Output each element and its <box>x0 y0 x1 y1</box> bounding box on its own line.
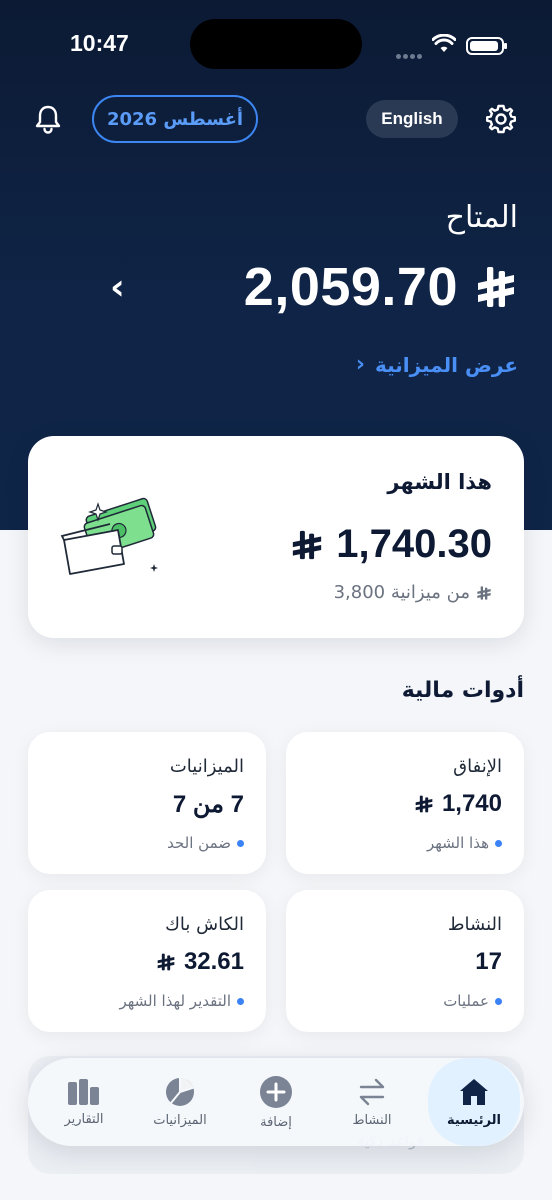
tab-label: الميزانيات <box>153 1112 207 1128</box>
language-toggle[interactable]: English <box>366 100 458 138</box>
this-month-budget-text: من ميزانية 3,800 <box>333 582 470 603</box>
status-dot <box>237 997 244 1005</box>
chevron-left-icon[interactable]: ‹ <box>110 267 150 308</box>
tile-value-text: 32.61 <box>183 948 244 975</box>
wallet-money-icon <box>60 497 158 575</box>
dynamic-island <box>190 19 362 69</box>
this-month-amount: 1,740.30 <box>336 522 492 566</box>
tile-spending[interactable]: الإنفاق 1,740 هذا الشهر <box>286 732 524 874</box>
add-circle-icon <box>260 1075 292 1108</box>
tab-add[interactable]: إضافة <box>230 1058 322 1146</box>
available-label: المتاح <box>445 200 518 235</box>
tile-activity[interactable]: النشاط 17 عمليات <box>286 890 524 1032</box>
tab-bar: الرئيسية النشاط إضافة الميزانيات التقاري… <box>28 1058 524 1146</box>
status-dot <box>495 997 502 1005</box>
tile-subtitle: ضمن الحد <box>167 834 244 852</box>
riyal-icon <box>477 585 491 600</box>
tile-value-text: 1,740 <box>441 790 502 817</box>
tile-title: الكاش باك <box>165 914 244 935</box>
riyal-icon <box>293 530 322 559</box>
month-selector[interactable]: أغسطس 2026 <box>92 95 258 143</box>
tab-activity[interactable]: النشاط <box>326 1058 418 1146</box>
tab-label: الرئيسية <box>446 1112 502 1128</box>
gear-icon[interactable] <box>485 103 517 135</box>
tile-budgets[interactable]: الميزانيات 7 من 7 ضمن الحد <box>28 732 266 874</box>
tab-reports[interactable]: التقارير <box>38 1058 130 1146</box>
signal-icon <box>396 44 424 63</box>
tab-label: إضافة <box>260 1114 292 1130</box>
status-dot <box>237 839 244 847</box>
this-month-amount-row: 1,740.30 <box>290 522 492 567</box>
home-icon <box>460 1078 488 1105</box>
this-month-title: هذا الشهر <box>387 470 492 494</box>
pie-chart-icon <box>166 1077 194 1106</box>
bar-chart-icon <box>68 1078 99 1105</box>
tile-cashback[interactable]: الكاش باك 32.61 التقدير لهذا الشهر <box>28 890 266 1032</box>
riyal-icon <box>478 267 514 307</box>
view-budget-link[interactable]: عرض الميزانية ‹ <box>356 352 518 377</box>
status-dot <box>495 839 502 847</box>
tile-value: 1,740 <box>414 790 502 818</box>
tile-title: الميزانيات <box>169 756 244 777</box>
tile-subtitle: هذا الشهر <box>427 834 502 852</box>
view-budget-label: عرض الميزانية <box>374 352 518 377</box>
tile-value: 32.61 <box>156 948 244 976</box>
tile-value: 7 من 7 <box>172 791 244 818</box>
tile-subtitle: التقدير لهذا الشهر <box>119 992 244 1010</box>
tile-title: النشاط <box>447 914 502 935</box>
battery-icon <box>466 37 507 55</box>
tile-subtitle-text: التقدير لهذا الشهر <box>119 992 231 1010</box>
riyal-icon <box>415 795 433 813</box>
tile-subtitle-text: ضمن الحد <box>167 834 231 852</box>
status-time: 10:47 <box>70 30 129 56</box>
tile-value: 17 <box>475 948 502 975</box>
tab-budgets[interactable]: الميزانيات <box>134 1058 226 1146</box>
tile-title: الإنفاق <box>453 756 502 777</box>
this-month-budget: من ميزانية 3,800 <box>334 582 492 603</box>
wifi-icon <box>432 34 456 52</box>
riyal-icon <box>157 953 175 971</box>
status-bar: 10:47 <box>0 0 552 90</box>
tile-subtitle-text: هذا الشهر <box>426 834 489 852</box>
bell-icon[interactable] <box>34 104 62 134</box>
tab-label: التقارير <box>64 1111 104 1127</box>
available-balance[interactable]: ‹ 2,059.70 <box>110 252 520 322</box>
tile-subtitle: عمليات <box>443 992 502 1010</box>
tab-label: النشاط <box>352 1112 392 1128</box>
tile-subtitle-text: عمليات <box>443 992 489 1010</box>
tab-home[interactable]: الرئيسية <box>428 1058 520 1146</box>
available-amount: 2,059.70 <box>243 257 458 317</box>
tools-section-title: أدوات مالية <box>401 678 524 703</box>
transfer-arrows-icon <box>359 1078 385 1105</box>
chevron-left-icon: ‹ <box>355 352 365 377</box>
this-month-card[interactable]: هذا الشهر 1,740.30 من ميزانية 3,800 <box>28 436 524 638</box>
